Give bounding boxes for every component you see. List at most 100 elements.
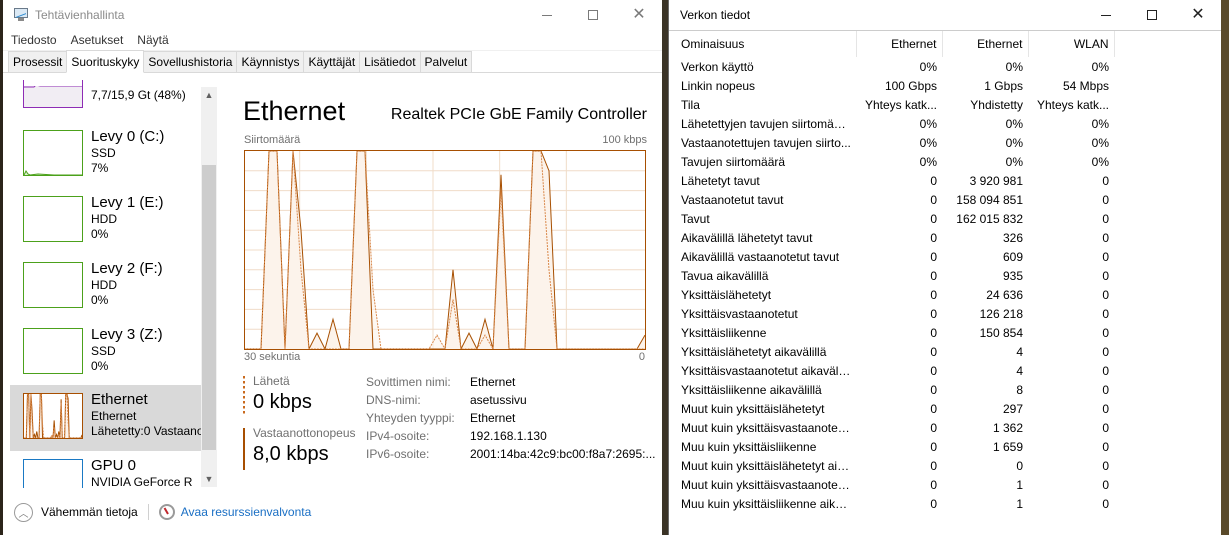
property-name-cell: Vastaanotettujen tavujen siirto...: [681, 135, 851, 150]
footer: ︿ Vähemmän tietoja Avaa resurssienvalvon…: [6, 497, 646, 527]
sidebar-item-disk-3[interactable]: Levy 3 (Z:) SSD 0%: [10, 320, 202, 386]
value-cell: 0%: [1091, 116, 1109, 131]
table-row[interactable]: Muut kuin yksittäisvastaanotetut 0 1 362 0: [669, 418, 1114, 437]
table-row[interactable]: Lähetettyjen tavujen siirtomäärä 0% 0% 0%: [669, 114, 1114, 133]
tab-services[interactable]: Palvelut: [419, 51, 473, 72]
table-row[interactable]: Vastaanotettujen tavujen siirto... 0% 0% 0%: [669, 133, 1114, 152]
menu-file[interactable]: Tiedosto: [11, 33, 57, 47]
maximize-button[interactable]: [570, 0, 616, 30]
table-row[interactable]: Lähetetyt tavut 0 3 920 981 0: [669, 171, 1114, 190]
column-header-adapter-3[interactable]: WLAN: [1028, 31, 1115, 57]
scroll-up-arrow-icon[interactable]: ▲: [201, 87, 217, 103]
send-legend-bar: [243, 376, 245, 416]
resource-monitor-icon: [158, 504, 175, 520]
table-row[interactable]: Yksittäisliikenne 0 150 854 0: [669, 323, 1114, 342]
scrollbar-thumb[interactable]: [202, 165, 216, 450]
send-stat: Lähetä 0 kbps: [243, 374, 312, 416]
task-manager-app-icon: [12, 8, 28, 22]
tab-processes[interactable]: Prosessit: [8, 51, 68, 72]
disk-1-usage: 0%: [91, 227, 109, 241]
sidebar-item-disk-0[interactable]: Levy 0 (C:) SSD 7%: [10, 122, 202, 188]
value-cell: 0: [1016, 458, 1023, 473]
value-cell: 158 094 851: [956, 192, 1023, 207]
disk-3-name: Levy 3 (Z:): [91, 326, 163, 343]
disk-1-thumbnail: [23, 196, 83, 242]
scroll-down-arrow-icon[interactable]: ▼: [201, 471, 217, 487]
property-key: IPv6-osoite:: [366, 447, 430, 461]
footer-divider: [147, 504, 149, 520]
tab-performance[interactable]: Suorituskyky: [66, 50, 145, 73]
sidebar-item-gpu-0[interactable]: GPU 0 NVIDIA GeForce R: [10, 451, 202, 488]
sidebar-scrollbar[interactable]: ▲ ▼: [201, 87, 217, 487]
tab-startup[interactable]: Käynnistys: [236, 51, 305, 72]
value-cell: 0: [930, 420, 937, 435]
property-name-cell: Muut kuin yksittäislähetetyt aik...: [681, 458, 854, 473]
value-cell: 0%: [1005, 154, 1023, 169]
property-value: Ethernet: [470, 411, 516, 425]
property-key: Yhteyden tyyppi:: [366, 411, 455, 425]
value-cell: 0: [1102, 382, 1109, 397]
menu-options[interactable]: Asetukset: [71, 33, 124, 47]
column-header-property[interactable]: Ominaisuus: [669, 31, 857, 57]
value-cell: 0: [930, 173, 937, 188]
table-row[interactable]: Muut kuin yksittäislähetetyt 0 297 0: [669, 399, 1114, 418]
table-row[interactable]: Aikavälillä lähetetyt tavut 0 326 0: [669, 228, 1114, 247]
table-row[interactable]: Aikavälillä vastaanotetut tavut 0 609 0: [669, 247, 1114, 266]
menu-view[interactable]: Näytä: [137, 33, 168, 47]
minimize-button[interactable]: [1083, 0, 1129, 30]
value-cell: 0: [930, 325, 937, 340]
value-cell: 24 636: [986, 287, 1023, 302]
table-row[interactable]: Muu kuin yksittäisliikenne 0 1 659 0: [669, 437, 1114, 456]
property-value: asetussivu: [470, 393, 527, 407]
minimize-icon: [1101, 14, 1111, 16]
maximize-button[interactable]: [1129, 0, 1175, 30]
column-header-adapter-1[interactable]: Ethernet: [856, 31, 943, 57]
table-row[interactable]: Tila Yhteys katk... Yhdistetty Yhteys katk.…: [669, 95, 1114, 114]
table-row[interactable]: Tavua aikavälillä 0 935 0: [669, 266, 1114, 285]
graph-label: Siirtomäärä: [244, 134, 301, 146]
table-row[interactable]: Yksittäislähetetyt 0 24 636 0: [669, 285, 1114, 304]
table-row[interactable]: Linkin nopeus 100 Gbps 1 Gbps 54 Mbps: [669, 76, 1114, 95]
gpu-0-model: NVIDIA GeForce R: [91, 475, 193, 488]
tab-users[interactable]: Käyttäjät: [303, 51, 361, 72]
sidebar-item-ethernet[interactable]: Ethernet Ethernet Lähetetty:0 Vastaanote…: [10, 385, 206, 451]
value-cell: 0%: [919, 154, 937, 169]
table-row[interactable]: Muut kuin yksittäislähetetyt aik... 0 0 0: [669, 456, 1114, 475]
table-row[interactable]: Tavut 0 162 015 832 0: [669, 209, 1114, 228]
disk-1-type: HDD: [91, 212, 117, 226]
network-table-container: Ominaisuus Ethernet Ethernet WLAN Verkon…: [669, 30, 1222, 535]
property-name-cell: Aikavälillä lähetetyt tavut: [681, 230, 813, 245]
close-button[interactable]: ✕: [1175, 0, 1221, 30]
property-name-cell: Tila: [681, 97, 700, 112]
column-header-adapter-2[interactable]: Ethernet: [942, 31, 1029, 57]
table-row[interactable]: Yksittäislähetetyt aikavälillä 0 4 0: [669, 342, 1114, 361]
open-resource-monitor-link[interactable]: Avaa resurssienvalvonta: [181, 505, 312, 519]
tab-details[interactable]: Lisätiedot: [359, 51, 421, 72]
value-cell: 0: [930, 382, 937, 397]
sidebar-item-disk-1[interactable]: Levy 1 (E:) HDD 0%: [10, 188, 202, 254]
table-row[interactable]: Muut kuin yksittäisvastaanotet... 0 1 0: [669, 475, 1114, 494]
value-cell: 0: [930, 458, 937, 473]
property-name-cell: Yksittäisliikenne aikavälillä: [681, 382, 822, 397]
disk-2-thumbnail: [23, 262, 83, 308]
value-cell: 0: [930, 439, 937, 454]
table-row[interactable]: Yksittäisliikenne aikavälillä 0 8 0: [669, 380, 1114, 399]
minimize-button[interactable]: [524, 0, 570, 30]
table-row[interactable]: Tavujen siirtomäärä 0% 0% 0%: [669, 152, 1114, 171]
close-button[interactable]: ✕: [616, 0, 662, 30]
sidebar-item-disk-2[interactable]: Levy 2 (F:) HDD 0%: [10, 254, 202, 320]
table-row[interactable]: Yksittäisvastaanotetut 0 126 218 0: [669, 304, 1114, 323]
fewer-details-button[interactable]: ︿ Vähemmän tietoja: [14, 502, 138, 522]
value-cell: 0%: [1005, 116, 1023, 131]
table-header-row: Ominaisuus Ethernet Ethernet WLAN: [669, 31, 1115, 57]
value-cell: 0: [1102, 211, 1109, 226]
table-row[interactable]: Yksittäisvastaanotetut aikavälillä 0 4 0: [669, 361, 1114, 380]
adapter-name: Realtek PCIe GbE Family Controller: [390, 106, 647, 123]
table-row[interactable]: Verkon käyttö 0% 0% 0%: [669, 57, 1114, 76]
sidebar-item-memory[interactable]: 7,7/15,9 Gt (48%): [10, 80, 202, 120]
table-row[interactable]: Vastaanotetut tavut 0 158 094 851 0: [669, 190, 1114, 209]
property-row: IPv4-osoite: 192.168.1.130: [366, 427, 656, 445]
table-row[interactable]: Muu kuin yksittäisliikenne aika... 0 1 0: [669, 494, 1114, 513]
tab-app-history[interactable]: Sovellushistoria: [143, 51, 238, 72]
value-cell: 0%: [1005, 59, 1023, 74]
